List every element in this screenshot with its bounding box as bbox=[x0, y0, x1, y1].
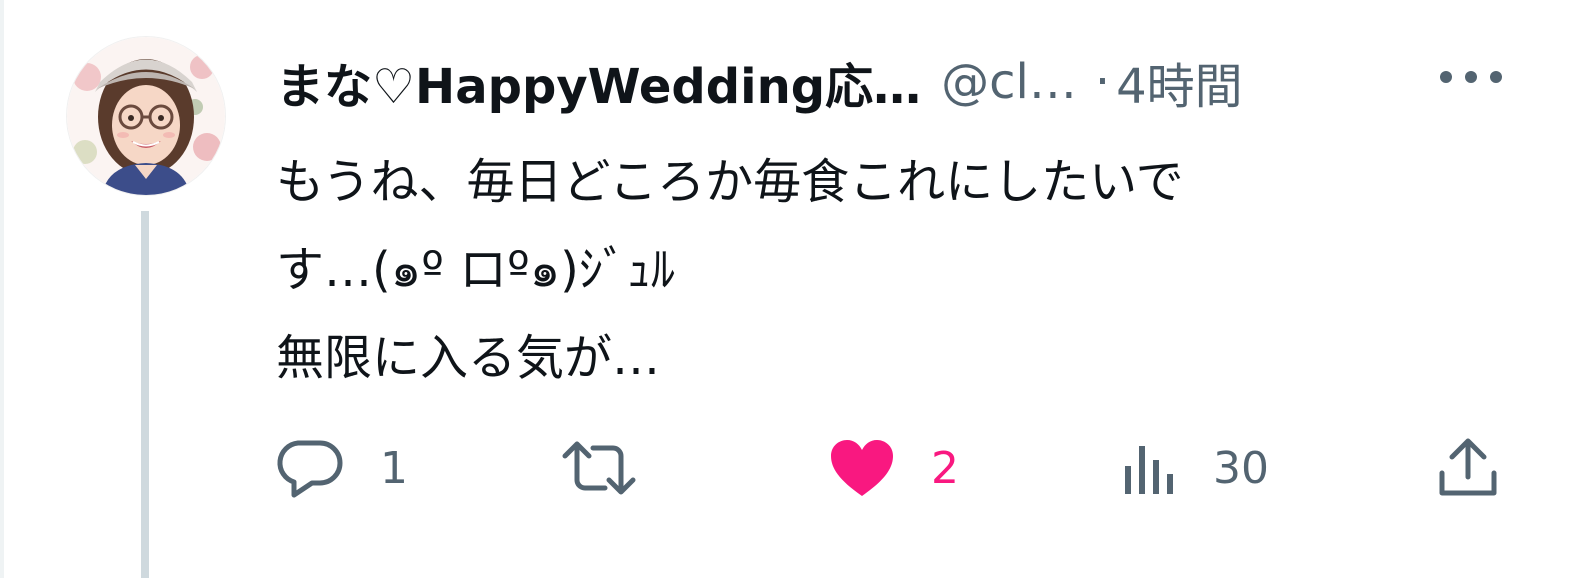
timestamp[interactable]: 4時間 bbox=[1116, 47, 1243, 117]
avatar-image bbox=[67, 37, 225, 195]
views-count: 30 bbox=[1213, 442, 1269, 494]
share-icon bbox=[1439, 438, 1497, 496]
avatar[interactable] bbox=[67, 37, 225, 195]
reply-icon bbox=[277, 440, 343, 498]
tweet-header: まな♡HappyWedding応… @cl… · 4時間 bbox=[276, 42, 1243, 122]
analytics-icon bbox=[1125, 446, 1173, 494]
more-options-button[interactable] bbox=[1436, 52, 1506, 102]
tweet[interactable]: まな♡HappyWedding応… @cl… · 4時間 もうね、毎日どころか毎… bbox=[0, 0, 1578, 578]
like-button[interactable]: 2 bbox=[829, 432, 959, 504]
views-button[interactable]: 30 bbox=[1121, 432, 1269, 504]
like-count: 2 bbox=[931, 442, 959, 494]
more-horizontal-icon bbox=[1440, 71, 1502, 83]
user-handle[interactable]: @cl… bbox=[941, 54, 1077, 110]
tweet-text: もうね、毎日どころか毎食これにしたいで す…(๑º ロº๑)ｼﾞｭﾙ 無限に入る… bbox=[276, 154, 1184, 386]
separator-dot: · bbox=[1094, 54, 1111, 110]
reply-count: 1 bbox=[380, 442, 408, 494]
tweet-actions: 1 2 30 bbox=[276, 432, 1506, 504]
share-button[interactable] bbox=[1436, 432, 1536, 504]
timeline-border bbox=[0, 0, 4, 578]
heart-filled-icon bbox=[831, 440, 893, 496]
display-name[interactable]: まな♡HappyWedding応… bbox=[276, 47, 921, 117]
retweet-icon bbox=[562, 441, 636, 495]
retweet-button[interactable] bbox=[561, 432, 673, 504]
thread-connector-line bbox=[141, 211, 149, 578]
reply-button[interactable]: 1 bbox=[276, 432, 408, 504]
